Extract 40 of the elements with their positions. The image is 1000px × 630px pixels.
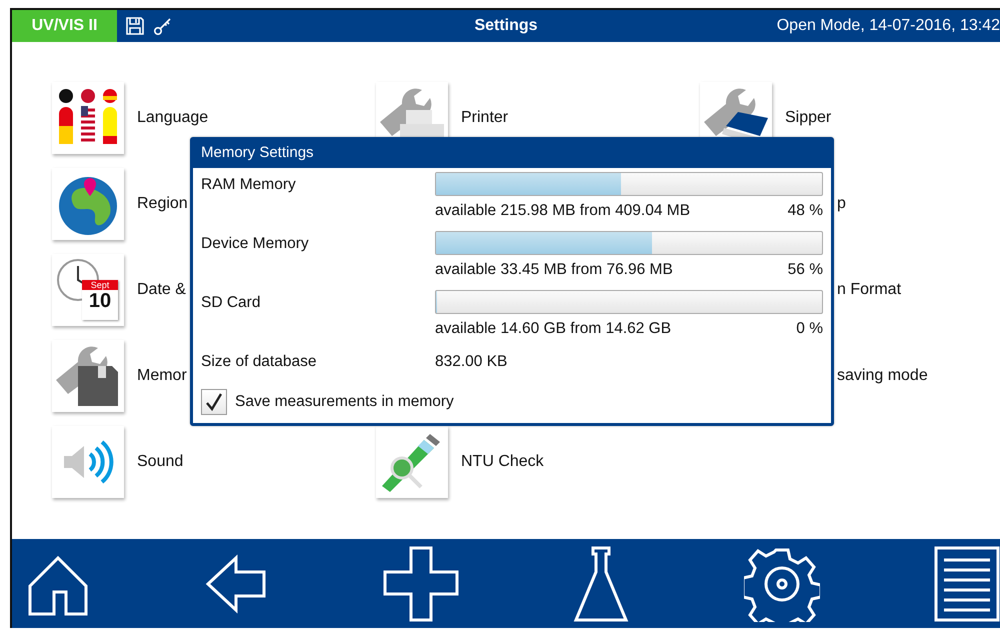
- settings-tile-icon[interactable]: [52, 82, 124, 154]
- percent-text: 48 %: [788, 202, 823, 220]
- screen-title: Settings: [474, 17, 538, 35]
- settings-item-label[interactable]: Memor: [137, 367, 187, 385]
- checkmark-icon: [206, 393, 222, 411]
- dialog-title: Memory Settings: [193, 140, 831, 168]
- settings-item-label[interactable]: Sound: [137, 453, 184, 471]
- settings-tile-icon[interactable]: [52, 168, 124, 240]
- settings-tile-icon[interactable]: [376, 426, 448, 498]
- settings-item-label[interactable]: Printer: [461, 109, 508, 127]
- settings-tile-icon[interactable]: [52, 340, 124, 412]
- settings-tile-icon[interactable]: [52, 426, 124, 498]
- settings-item-label[interactable]: Date &: [137, 281, 186, 299]
- product-name: UV/VIS II: [12, 10, 117, 42]
- key-icon[interactable]: [153, 16, 173, 36]
- save-checkbox[interactable]: [201, 389, 227, 415]
- settings-item-label[interactable]: Region: [137, 195, 188, 213]
- settings-item-label[interactable]: NTU Check: [461, 453, 544, 471]
- settings-item-label[interactable]: n Format: [837, 281, 902, 299]
- settings-item-label[interactable]: Language: [137, 109, 208, 127]
- database-size: 832.00 KB: [435, 352, 508, 372]
- database-label: Size of database: [201, 352, 318, 372]
- checkbox-label: Save measurements in memory: [235, 393, 454, 411]
- wrench-floppy-icon: [56, 344, 120, 408]
- plus-icon[interactable]: [382, 546, 459, 622]
- flask-icon[interactable]: [573, 546, 630, 622]
- settings-item-label[interactable]: Sipper: [785, 109, 832, 127]
- percent-text: 0 %: [796, 320, 823, 338]
- settings-item-label[interactable]: saving mode: [837, 367, 928, 385]
- status-text: Open Mode, 14-07-2016, 13:42: [776, 17, 1000, 35]
- available-text: available 14.60 GB from 14.62 GB: [435, 320, 672, 338]
- settings-icon[interactable]: [744, 546, 820, 622]
- available-text: available 33.45 MB from 76.96 MB: [435, 261, 673, 279]
- available-text: available 215.98 MB from 409.04 MB: [435, 202, 690, 220]
- list-icon[interactable]: [934, 546, 1000, 622]
- memory-label: RAM Memory: [201, 175, 297, 195]
- memory-label: Device Memory: [201, 234, 310, 254]
- percent-text: 56 %: [788, 261, 823, 279]
- memory-label: SD Card: [201, 293, 262, 313]
- settings-item-label[interactable]: p: [837, 195, 846, 213]
